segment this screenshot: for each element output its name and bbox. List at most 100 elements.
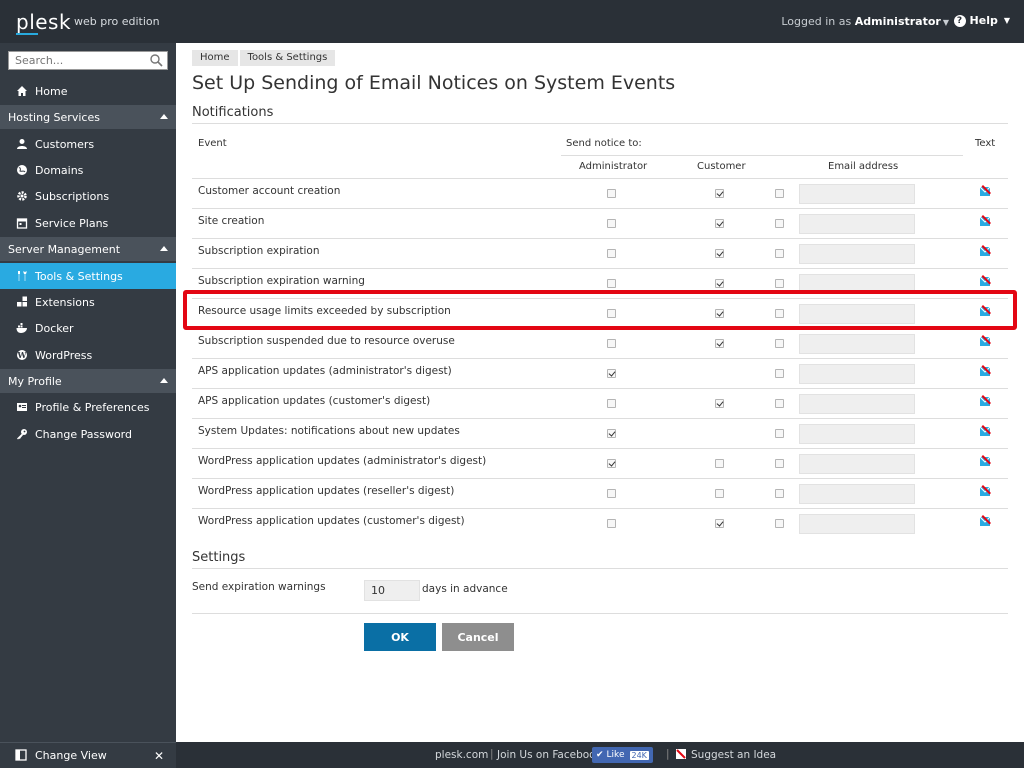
- sidebar-item-label: Change Password: [35, 427, 132, 441]
- sidebar-section-hosting-services[interactable]: Hosting Services: [0, 105, 176, 129]
- customer-checkbox[interactable]: [715, 399, 724, 408]
- sidebar-section-my-profile[interactable]: My Profile: [0, 369, 176, 393]
- edit-text-icon[interactable]: [979, 244, 992, 257]
- email-address-checkbox[interactable]: [775, 219, 784, 228]
- email-address-checkbox[interactable]: [775, 519, 784, 528]
- search-icon[interactable]: [149, 53, 163, 67]
- sidebar-item-tools-settings[interactable]: Tools & Settings: [0, 263, 176, 289]
- email-address-checkbox[interactable]: [775, 249, 784, 258]
- sidebar-item-wordpress[interactable]: W WordPress: [0, 342, 176, 368]
- close-icon[interactable]: ✕: [154, 749, 164, 763]
- plesk-logo[interactable]: plesk: [16, 10, 71, 34]
- edit-text-icon[interactable]: [979, 334, 992, 347]
- ok-button[interactable]: OK: [364, 623, 436, 651]
- administrator-checkbox[interactable]: [607, 279, 616, 288]
- user-menu[interactable]: Administrator: [855, 15, 941, 28]
- email-address-checkbox[interactable]: [775, 489, 784, 498]
- customer-checkbox[interactable]: [715, 219, 724, 228]
- facebook-like-button[interactable]: ✔ Like 24K: [592, 747, 653, 763]
- administrator-checkbox[interactable]: [607, 399, 616, 408]
- edit-text-icon[interactable]: [979, 214, 992, 227]
- customer-checkbox[interactable]: [715, 249, 724, 258]
- sidebar-item-home[interactable]: Home: [0, 78, 176, 104]
- days-in-advance-input[interactable]: 10: [364, 580, 420, 601]
- email-address-input[interactable]: [799, 184, 915, 204]
- edit-text-icon[interactable]: [979, 304, 992, 317]
- customer-checkbox[interactable]: [715, 519, 724, 528]
- footer-facebook-link[interactable]: Join Us on Facebook: [497, 749, 602, 761]
- sidebar-item-extensions[interactable]: Extensions: [0, 289, 176, 315]
- edit-text-icon[interactable]: [979, 454, 992, 467]
- customer-checkbox[interactable]: [715, 189, 724, 198]
- edit-text-icon[interactable]: [979, 514, 992, 527]
- footer-suggest-idea-link[interactable]: Suggest an Idea: [691, 749, 776, 761]
- administrator-checkbox[interactable]: [607, 519, 616, 528]
- email-address-checkbox[interactable]: [775, 339, 784, 348]
- email-address-checkbox[interactable]: [775, 369, 784, 378]
- edit-text-icon[interactable]: [979, 394, 992, 407]
- email-address-checkbox[interactable]: [775, 189, 784, 198]
- email-address-input[interactable]: [799, 304, 915, 324]
- footer-plesk-link[interactable]: plesk.com: [435, 749, 488, 761]
- email-address-input[interactable]: [799, 454, 915, 474]
- edit-text-icon[interactable]: [979, 364, 992, 377]
- email-address-input[interactable]: [799, 484, 915, 504]
- search-input[interactable]: [9, 52, 147, 69]
- email-address-checkbox[interactable]: [775, 459, 784, 468]
- customer-checkbox[interactable]: [715, 459, 724, 468]
- email-address-checkbox[interactable]: [775, 429, 784, 438]
- breadcrumb-home[interactable]: Home: [192, 50, 238, 66]
- administrator-checkbox[interactable]: [607, 189, 616, 198]
- sidebar-item-change-password[interactable]: Change Password: [0, 421, 176, 447]
- expiration-warning-label: Send expiration warnings: [192, 581, 326, 593]
- administrator-checkbox[interactable]: [607, 489, 616, 498]
- email-address-input[interactable]: [799, 244, 915, 264]
- administrator-checkbox[interactable]: [607, 309, 616, 318]
- help-menu[interactable]: ? Help ▼: [953, 14, 1010, 27]
- email-address-checkbox[interactable]: [775, 399, 784, 408]
- table-row: Resource usage limits exceeded by subscr…: [192, 298, 1008, 328]
- administrator-checkbox[interactable]: [607, 339, 616, 348]
- section-title: My Profile: [8, 374, 62, 388]
- sidebar-item-profile-preferences[interactable]: Profile & Preferences: [0, 394, 176, 420]
- change-view-button[interactable]: Change View ✕: [0, 742, 176, 768]
- email-address-checkbox[interactable]: [775, 279, 784, 288]
- administrator-checkbox[interactable]: [607, 219, 616, 228]
- email-address-input[interactable]: [799, 274, 915, 294]
- email-address-input[interactable]: [799, 424, 915, 444]
- email-address-input[interactable]: [799, 514, 915, 534]
- sidebar-item-subscriptions[interactable]: Subscriptions: [0, 183, 176, 209]
- edit-text-icon[interactable]: [979, 484, 992, 497]
- breadcrumb-tools-settings[interactable]: Tools & Settings: [239, 50, 336, 66]
- administrator-checkbox[interactable]: [607, 249, 616, 258]
- notifications-section-title: Notifications: [192, 105, 274, 120]
- sidebar-item-domains[interactable]: Domains: [0, 157, 176, 183]
- footer-separator: |: [490, 748, 494, 760]
- email-address-input[interactable]: [799, 214, 915, 234]
- customer-checkbox[interactable]: [715, 279, 724, 288]
- administrator-checkbox[interactable]: [607, 429, 616, 438]
- customer-checkbox[interactable]: [715, 339, 724, 348]
- top-header: plesk web pro edition Logged in as Admin…: [0, 0, 1024, 43]
- table-row: WordPress application updates (reseller'…: [192, 478, 1008, 508]
- administrator-checkbox[interactable]: [607, 369, 616, 378]
- customer-checkbox[interactable]: [715, 309, 724, 318]
- section-divider: [192, 123, 1008, 124]
- sidebar-item-customers[interactable]: Customers: [0, 131, 176, 157]
- edit-text-icon[interactable]: [979, 274, 992, 287]
- chevron-down-icon[interactable]: ▼: [943, 18, 949, 27]
- help-icon: ?: [953, 14, 966, 27]
- edit-text-icon[interactable]: [979, 424, 992, 437]
- email-address-input[interactable]: [799, 364, 915, 384]
- administrator-checkbox[interactable]: [607, 459, 616, 468]
- email-address-input[interactable]: [799, 334, 915, 354]
- sidebar-item-label: Home: [35, 84, 68, 98]
- cancel-button[interactable]: Cancel: [442, 623, 514, 651]
- sidebar-item-docker[interactable]: Docker: [0, 315, 176, 341]
- customer-checkbox[interactable]: [715, 489, 724, 498]
- sidebar-item-service-plans[interactable]: Service Plans: [0, 210, 176, 236]
- email-address-input[interactable]: [799, 394, 915, 414]
- email-address-checkbox[interactable]: [775, 309, 784, 318]
- edit-text-icon[interactable]: [979, 184, 992, 197]
- sidebar-section-server-management[interactable]: Server Management: [0, 237, 176, 261]
